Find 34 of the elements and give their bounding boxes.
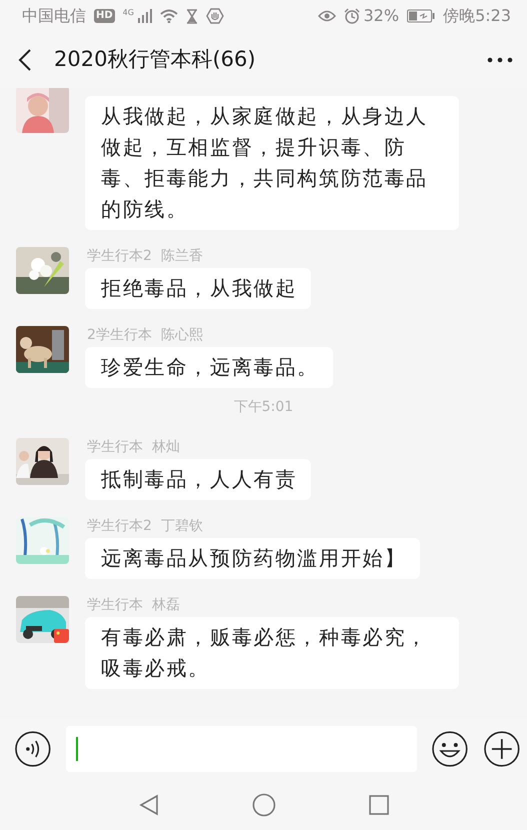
- carrier-name: 中国电信: [22, 5, 86, 27]
- emoji-icon[interactable]: [430, 730, 468, 768]
- home-icon[interactable]: [252, 793, 276, 817]
- plus-icon[interactable]: [483, 730, 521, 768]
- clock-time: 傍晚5:23: [443, 5, 511, 27]
- battery-icon: [407, 9, 436, 23]
- message-input[interactable]: [66, 726, 417, 772]
- back-icon[interactable]: [18, 49, 32, 71]
- battery-percent: 32%: [364, 5, 400, 27]
- alarm-icon: [344, 8, 360, 24]
- back-nav-icon[interactable]: [138, 794, 160, 816]
- sender-name: 学生行本 林灿: [87, 438, 180, 456]
- chat-title: 2020秋行管本科(66): [54, 46, 256, 74]
- message-bubble: 抵制毒品，人人有责: [85, 459, 312, 500]
- signal-icon: [138, 9, 152, 23]
- message-bubble: 远离毒品从预防药物滥用开始】: [85, 538, 420, 579]
- network-label: 4G: [122, 9, 134, 17]
- wifi-icon: [160, 9, 178, 23]
- message-bubble: 有毒必肃，贩毒必惩，种毒必究，吸毒必戒。: [85, 617, 459, 689]
- message-bubble: 拒绝毒品，从我做起: [85, 268, 312, 309]
- eye-icon: [318, 10, 336, 22]
- recents-icon[interactable]: [368, 794, 390, 816]
- message-bubble: 从我做起，从家庭做起，从身边人做起，互相监督，提升识毒、防毒、拒毒能力，共同构筑防范毒品的防线。: [85, 96, 459, 230]
- voice-icon[interactable]: [14, 730, 52, 768]
- more-icon[interactable]: [487, 57, 513, 63]
- timestamp: 下午5:01: [234, 399, 294, 415]
- message-bubble: 珍爱生命，远离毒品。: [85, 347, 333, 388]
- sender-name: 学生行本2 丁碧钦: [87, 517, 203, 535]
- sender-name: 学生行本 林磊: [87, 596, 180, 614]
- hourglass-icon: [186, 8, 198, 24]
- hd-badge: HD: [94, 9, 115, 23]
- sender-name: 学生行本2 陈兰香: [87, 247, 203, 265]
- sender-name: 2学生行本 陈心熙: [87, 326, 203, 344]
- hand-icon: [206, 8, 224, 24]
